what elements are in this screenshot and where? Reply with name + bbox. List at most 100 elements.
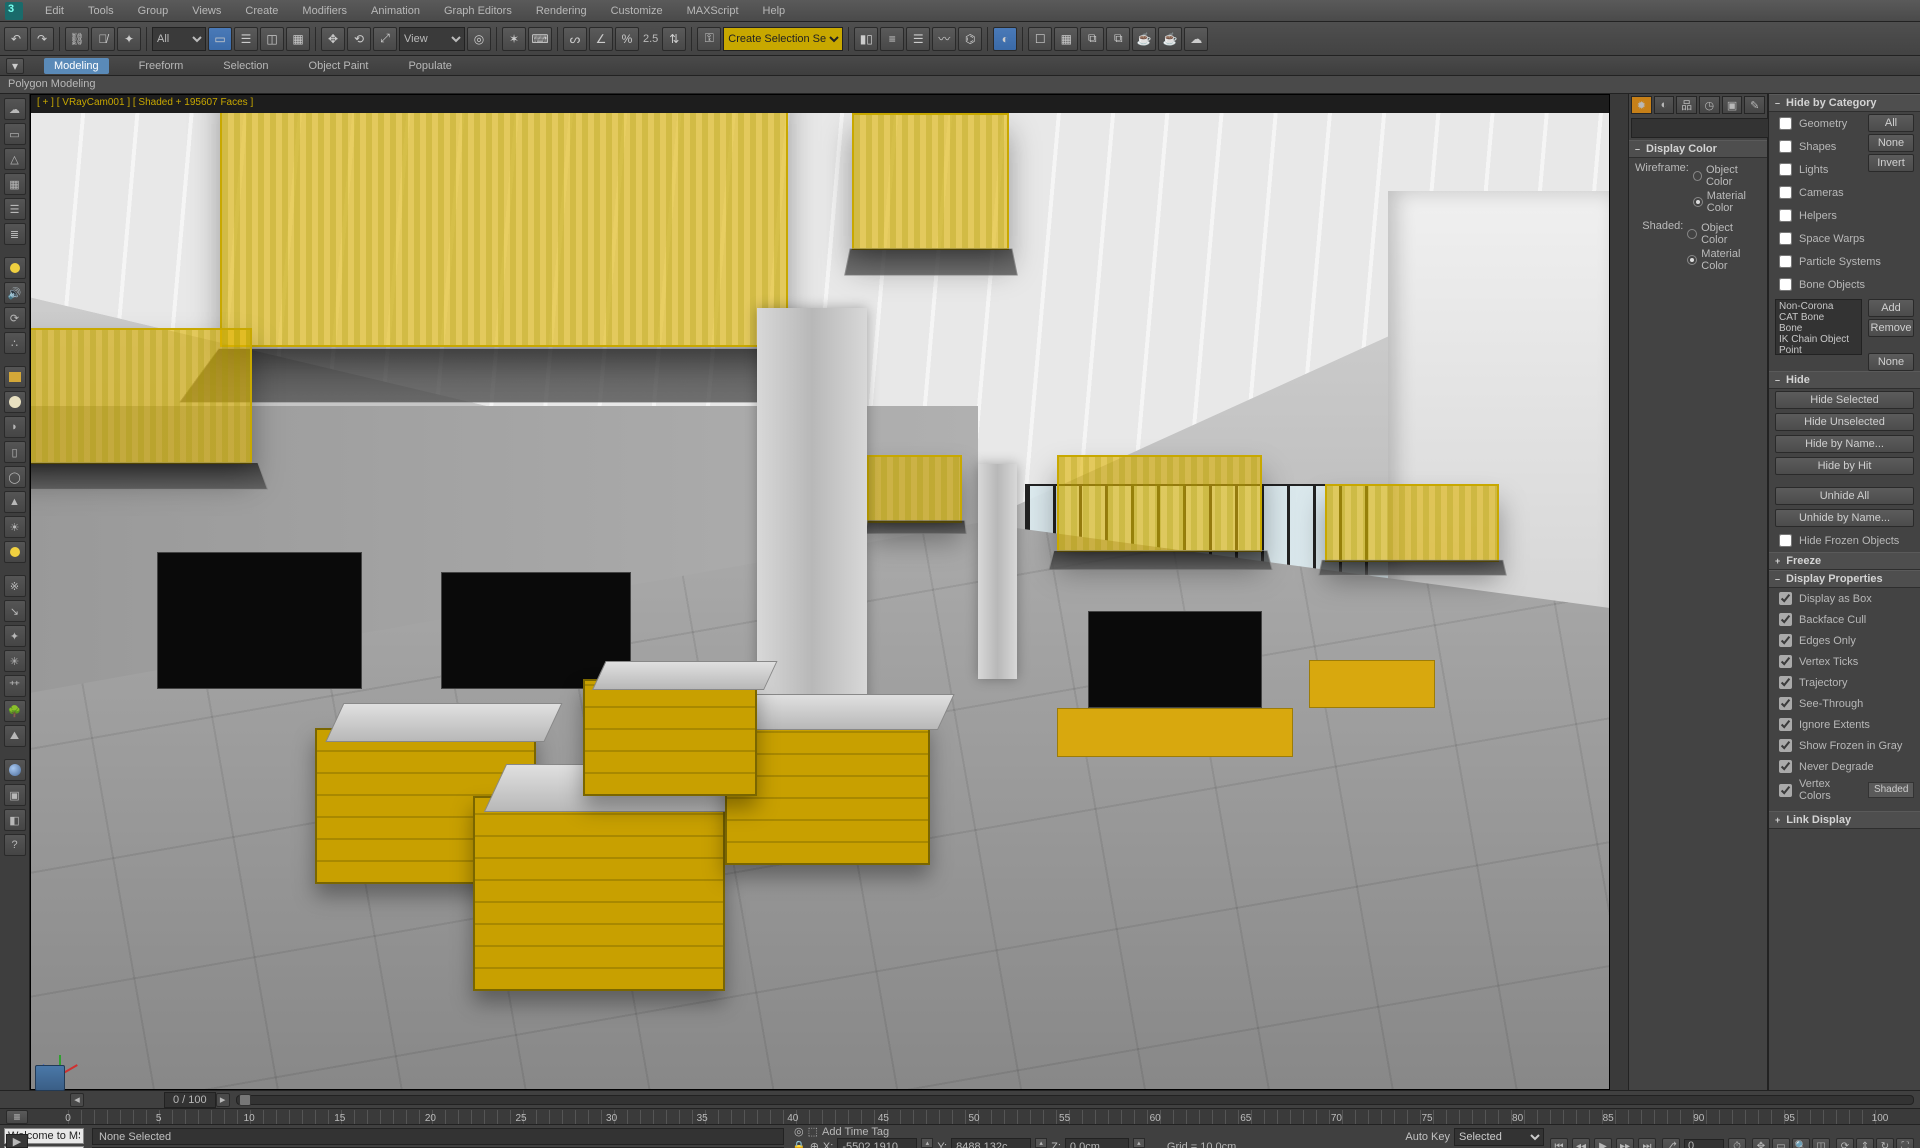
ribbon-tab-selection[interactable]: Selection: [213, 58, 278, 74]
redo-icon[interactable]: ↷: [30, 27, 54, 51]
autokey-label[interactable]: Auto Key: [1405, 1131, 1450, 1143]
chk-see-through[interactable]: [1779, 697, 1792, 710]
material-editor-icon[interactable]: ◐: [993, 27, 1017, 51]
next-frame-icon[interactable]: ▸▸: [1616, 1138, 1634, 1148]
ribbon-tab-objectpaint[interactable]: Object Paint: [299, 58, 379, 74]
prev-frame-icon[interactable]: ◂◂: [1572, 1138, 1590, 1148]
keyboard-shortcut-icon[interactable]: ⌨: [528, 27, 552, 51]
chk-hide-frozen[interactable]: [1779, 534, 1792, 547]
rollout-display-props[interactable]: –Display Properties: [1769, 570, 1920, 588]
chk-geometry[interactable]: [1779, 117, 1792, 130]
nav-fov-icon[interactable]: ◫: [1812, 1138, 1830, 1148]
chk-trajectory[interactable]: [1779, 676, 1792, 689]
menu-create[interactable]: Create: [233, 2, 290, 20]
wireframe-obj-color[interactable]: Object Color: [1693, 164, 1761, 188]
shaded-mat-color[interactable]: Material Color: [1687, 248, 1761, 272]
lt-sphere-icon[interactable]: [4, 391, 26, 413]
curve-editor-icon[interactable]: 〰: [932, 27, 956, 51]
snaps-toggle-icon[interactable]: ᔕ: [563, 27, 587, 51]
lt-box-icon[interactable]: [4, 366, 26, 388]
chk-ignore-extents[interactable]: [1779, 718, 1792, 731]
select-object-icon[interactable]: ▭: [208, 27, 232, 51]
lt-sound-icon[interactable]: 🔊: [4, 282, 26, 304]
select-rotate-icon[interactable]: ⟲: [347, 27, 371, 51]
time-scrub[interactable]: [236, 1095, 1914, 1105]
activeshade-icon[interactable]: ☕: [1158, 27, 1182, 51]
menu-graph-editors[interactable]: Graph Editors: [432, 2, 524, 20]
nav-orbit-icon[interactable]: ⟳: [1836, 1138, 1854, 1148]
rollout-freeze[interactable]: +Freeze: [1769, 552, 1920, 570]
time-config-icon[interactable]: ⏱: [1728, 1138, 1746, 1148]
btn-none[interactable]: None: [1868, 134, 1914, 152]
btn-hide-unselected[interactable]: Hide Unselected: [1775, 413, 1914, 431]
goto-start-icon[interactable]: ⏮: [1550, 1138, 1568, 1148]
chk-spacewarps[interactable]: [1779, 232, 1792, 245]
render-setup-icon[interactable]: ☐: [1028, 27, 1052, 51]
cmd-tab-display-icon[interactable]: ▣: [1722, 96, 1743, 114]
named-selection-set[interactable]: Create Selection Se: [723, 27, 843, 51]
select-by-name-icon[interactable]: ☰: [234, 27, 258, 51]
window-crossing-icon[interactable]: ▦: [286, 27, 310, 51]
lt-snow-icon[interactable]: ※: [4, 575, 26, 597]
render-online-icon[interactable]: ☁: [1184, 27, 1208, 51]
rollout-link-display[interactable]: +Link Display: [1769, 811, 1920, 829]
teapot-render-icon[interactable]: ☕: [1132, 27, 1156, 51]
chk-backface-cull[interactable]: [1779, 613, 1792, 626]
chk-shapes[interactable]: [1779, 140, 1792, 153]
nav-maximize-icon[interactable]: ⛶: [1896, 1138, 1914, 1148]
lt-cylinder-icon[interactable]: ▯: [4, 441, 26, 463]
percent-snap-icon[interactable]: %: [615, 27, 639, 51]
lt-torus-icon[interactable]: ◯: [4, 466, 26, 488]
spinner-snap-icon[interactable]: ⇅: [662, 27, 686, 51]
lt-grid-icon[interactable]: ▦: [4, 173, 26, 195]
ribbon-tab-freeform[interactable]: Freeform: [129, 58, 194, 74]
play-icon[interactable]: ▶: [1594, 1138, 1612, 1148]
cmd-tab-modify-icon[interactable]: ◐: [1654, 96, 1675, 114]
rollout-display-color[interactable]: –Display Color: [1629, 140, 1767, 158]
cmd-tab-hierarchy-icon[interactable]: 品: [1676, 96, 1697, 114]
lt-window-icon[interactable]: ▣: [4, 784, 26, 806]
btn-hide-by-hit[interactable]: Hide by Hit: [1775, 457, 1914, 475]
lt-pcloud-icon[interactable]: ✦: [4, 625, 26, 647]
wireframe-mat-color[interactable]: Material Color: [1693, 190, 1761, 214]
menu-views[interactable]: Views: [180, 2, 233, 20]
time-prev-icon[interactable]: ◂: [70, 1093, 84, 1107]
btn-hide-selected[interactable]: Hide Selected: [1775, 391, 1914, 409]
menu-tools[interactable]: Tools: [76, 2, 126, 20]
sel-lock-icon[interactable]: ⬚: [808, 1125, 818, 1138]
key-mode-select[interactable]: Selected: [1454, 1128, 1544, 1146]
lt-plane-icon[interactable]: ▭: [4, 123, 26, 145]
manipulate-icon[interactable]: ✶: [502, 27, 526, 51]
menu-customize[interactable]: Customize: [599, 2, 675, 20]
chk-edges-only[interactable]: [1779, 634, 1792, 647]
pivot-center-icon[interactable]: ◎: [467, 27, 491, 51]
lt-terrain-icon[interactable]: ⛰: [4, 725, 26, 747]
lt-superspray-icon[interactable]: ✳: [4, 650, 26, 672]
time-next-icon[interactable]: ▸: [216, 1093, 230, 1107]
menu-help[interactable]: Help: [751, 2, 798, 20]
selection-filter-select[interactable]: All: [152, 27, 206, 51]
chk-vertex-ticks[interactable]: [1779, 655, 1792, 668]
nav-dolly-icon[interactable]: ⇕: [1856, 1138, 1874, 1148]
selection-region-icon[interactable]: ◫: [260, 27, 284, 51]
chk-vertex-colors[interactable]: [1779, 784, 1792, 797]
lt-dot-yellow-icon[interactable]: [4, 541, 26, 563]
nav-roll-icon[interactable]: ↻: [1876, 1138, 1894, 1148]
isolate-icon[interactable]: ◎: [794, 1125, 804, 1138]
chk-cameras[interactable]: [1779, 186, 1792, 199]
ribbon-tab-modeling[interactable]: Modeling: [44, 58, 109, 74]
layers-icon[interactable]: ☰: [906, 27, 930, 51]
btn-none2[interactable]: None: [1868, 353, 1914, 371]
lt-globe-icon[interactable]: [4, 759, 26, 781]
category-list[interactable]: Non-CoronaCAT BoneBoneIK Chain ObjectPoi…: [1775, 299, 1862, 355]
chk-display-box[interactable]: [1779, 592, 1792, 605]
coord-z[interactable]: 0,0cm: [1065, 1138, 1129, 1148]
lt-sun-icon[interactable]: ☀: [4, 516, 26, 538]
lt-grass-icon[interactable]: ⺿: [4, 675, 26, 697]
cmd-tab-motion-icon[interactable]: ◷: [1699, 96, 1720, 114]
ribbon-tab-populate[interactable]: Populate: [398, 58, 461, 74]
btn-invert[interactable]: Invert: [1868, 154, 1914, 172]
ref-coord-select[interactable]: View: [399, 27, 465, 51]
viewport-canvas[interactable]: [31, 113, 1609, 1089]
rendered-frame-icon[interactable]: ▦: [1054, 27, 1078, 51]
